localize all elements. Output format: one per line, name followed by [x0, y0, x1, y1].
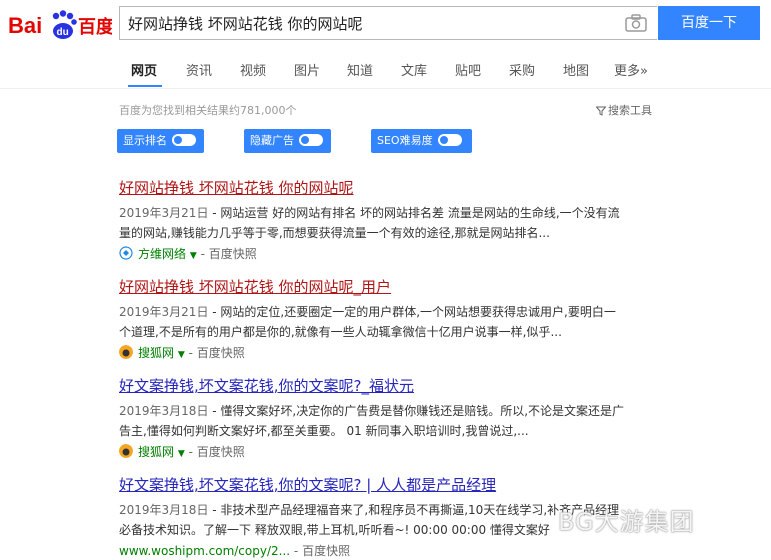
result-count: 百度为您找到相关结果约781,000个	[119, 104, 297, 117]
svg-text:Bai: Bai	[8, 13, 42, 38]
tab-wenku[interactable]: 文库	[401, 60, 427, 79]
sohu-fox-icon	[119, 345, 133, 359]
result-date: 2019年3月18日	[119, 503, 209, 517]
result-abstract: 2019年3月18日 - 懂得文案好坏,决定你的广告费是替你赚钱还是赔钱。所以,…	[119, 404, 625, 438]
search-result: 好文案挣钱,坏文案花钱,你的文案呢?_福状元 2019年3月18日 - 懂得文案…	[119, 375, 659, 461]
result-source: 方维网络 ▼ - 百度快照	[119, 245, 659, 263]
result-abstract-line: 懂得文案好坏,决定你的广告费是替你赚钱还是赔钱。所以,不论是文案还是广	[220, 404, 625, 418]
tab-zhidao[interactable]: 知道	[347, 60, 373, 79]
result-abstract: 2019年3月21日 - 网站的定位,还要圈定一定的用户群体,一个网站想要获得忠…	[119, 305, 616, 339]
result-abstract: 2019年3月21日 - 网站运营 好的网站有排名 坏的网站排名差 流量是网站的…	[119, 206, 620, 240]
tab-images[interactable]: 图片	[294, 60, 320, 79]
search-tools[interactable]: 搜索工具	[595, 102, 652, 118]
search-result: 好网站挣钱 坏网站花钱 你的网站呢_用户 2019年3月21日 - 网站的定位,…	[119, 276, 659, 362]
result-abstract-line: 个道理,不是所有的用户都是你的,就像有一些人动辄拿微信十亿用户说事一样,似乎..…	[119, 325, 562, 339]
toggle-switch[interactable]	[437, 134, 462, 146]
tab-news[interactable]: 资讯	[186, 60, 212, 79]
result-abstract-line: 网站运营 好的网站有排名 坏的网站排名差 流量是网站的生命线,一个没有流	[220, 206, 620, 220]
tab-web[interactable]: 网页	[131, 60, 157, 79]
tab-caigou[interactable]: 采购	[509, 60, 535, 79]
result-abstract-line: 必备技术知识。了解一下 释放双眼,带上耳机,听听看~! 00:00 00:00 …	[119, 523, 550, 537]
result-title-link[interactable]: 好文案挣钱,坏文案花钱,你的文案呢? | 人人都是产品经理	[119, 474, 659, 495]
nav-tabs: 网页 资讯 视频 图片 知道 文库 贴吧 采购 地图 更多»	[0, 50, 771, 89]
header: Bai du 百度 百度一下	[0, 0, 771, 50]
sohu-fox-icon	[119, 444, 133, 458]
svg-text:百度: 百度	[78, 16, 112, 38]
result-source: 搜狐网 ▼ - 百度快照	[119, 443, 659, 461]
result-title-link[interactable]: 好网站挣钱 坏网站花钱 你的网站呢_用户	[119, 276, 659, 297]
result-abstract-line: 告主,懂得如何判断文案好坏,都至关重要。 01 新同事入职培训时,我曾说过,..…	[119, 424, 529, 438]
result-date: 2019年3月18日	[119, 404, 209, 418]
result-title-link[interactable]: 好文案挣钱,坏文案花钱,你的文案呢?_福状元	[119, 375, 659, 396]
snapshot-link[interactable]: - 百度快照	[189, 346, 245, 360]
camera-icon[interactable]	[625, 14, 647, 32]
toggle-switch[interactable]	[172, 134, 196, 146]
chevron-down-icon[interactable]: ▼	[178, 449, 185, 459]
search-result: 好网站挣钱 坏网站花钱 你的网站呢 2019年3月21日 - 网站运营 好的网站…	[119, 177, 659, 263]
toggle-show-rank[interactable]: 显示排名	[117, 129, 204, 153]
result-source: 搜狐网 ▼ - 百度快照	[119, 344, 659, 362]
toggle-label: 隐藏广告	[250, 134, 294, 147]
source-url[interactable]: www.woshipm.com/copy/2...	[119, 544, 290, 558]
result-title-link[interactable]: 好网站挣钱 坏网站花钱 你的网站呢	[119, 177, 659, 198]
source-name[interactable]: 搜狐网	[138, 445, 174, 459]
tab-more[interactable]: 更多»	[614, 60, 648, 79]
search-button[interactable]: 百度一下	[658, 6, 760, 40]
toggle-hide-ads[interactable]: 隐藏广告	[244, 129, 331, 153]
svg-text:du: du	[57, 27, 69, 38]
tab-tieba[interactable]: 贴吧	[455, 60, 481, 79]
result-abstract-line: 网站的定位,还要圈定一定的用户群体,一个网站想要获得忠诚用户,要明白一	[220, 305, 616, 319]
result-date: 2019年3月21日	[119, 305, 209, 319]
toggle-label: SEO难易度	[377, 134, 433, 147]
chevron-down-icon[interactable]: ▼	[178, 350, 185, 360]
search-input[interactable]	[128, 7, 618, 39]
tab-video[interactable]: 视频	[240, 60, 266, 79]
result-date: 2019年3月21日	[119, 206, 209, 220]
filter-icon	[595, 106, 607, 116]
baidu-logo[interactable]: Bai du 百度	[8, 6, 112, 42]
source-name[interactable]: 方维网络	[138, 247, 186, 261]
watermark: BG大游集团	[558, 508, 695, 536]
toggle-label: 显示排名	[123, 134, 167, 147]
snapshot-link[interactable]: - 百度快照	[201, 247, 257, 261]
tab-map[interactable]: 地图	[563, 60, 589, 79]
snapshot-link[interactable]: - 百度快照	[294, 544, 350, 558]
search-tools-label: 搜索工具	[608, 104, 652, 117]
result-source: www.woshipm.com/copy/2... - 百度快照	[119, 542, 659, 560]
toggle-seo-difficulty[interactable]: SEO难易度	[371, 129, 472, 153]
snapshot-link[interactable]: - 百度快照	[189, 445, 245, 459]
fangwei-site-icon	[119, 246, 133, 260]
toggle-switch[interactable]	[299, 134, 323, 146]
active-tab-indicator	[128, 85, 162, 87]
search-box	[119, 6, 657, 40]
chevron-down-icon[interactable]: ▼	[190, 251, 197, 261]
result-abstract-line: 量的网站,赚钱能力几乎等于零,而想要获得流量一个有效的途径,那就是网站排名...	[119, 226, 550, 240]
source-name[interactable]: 搜狐网	[138, 346, 174, 360]
